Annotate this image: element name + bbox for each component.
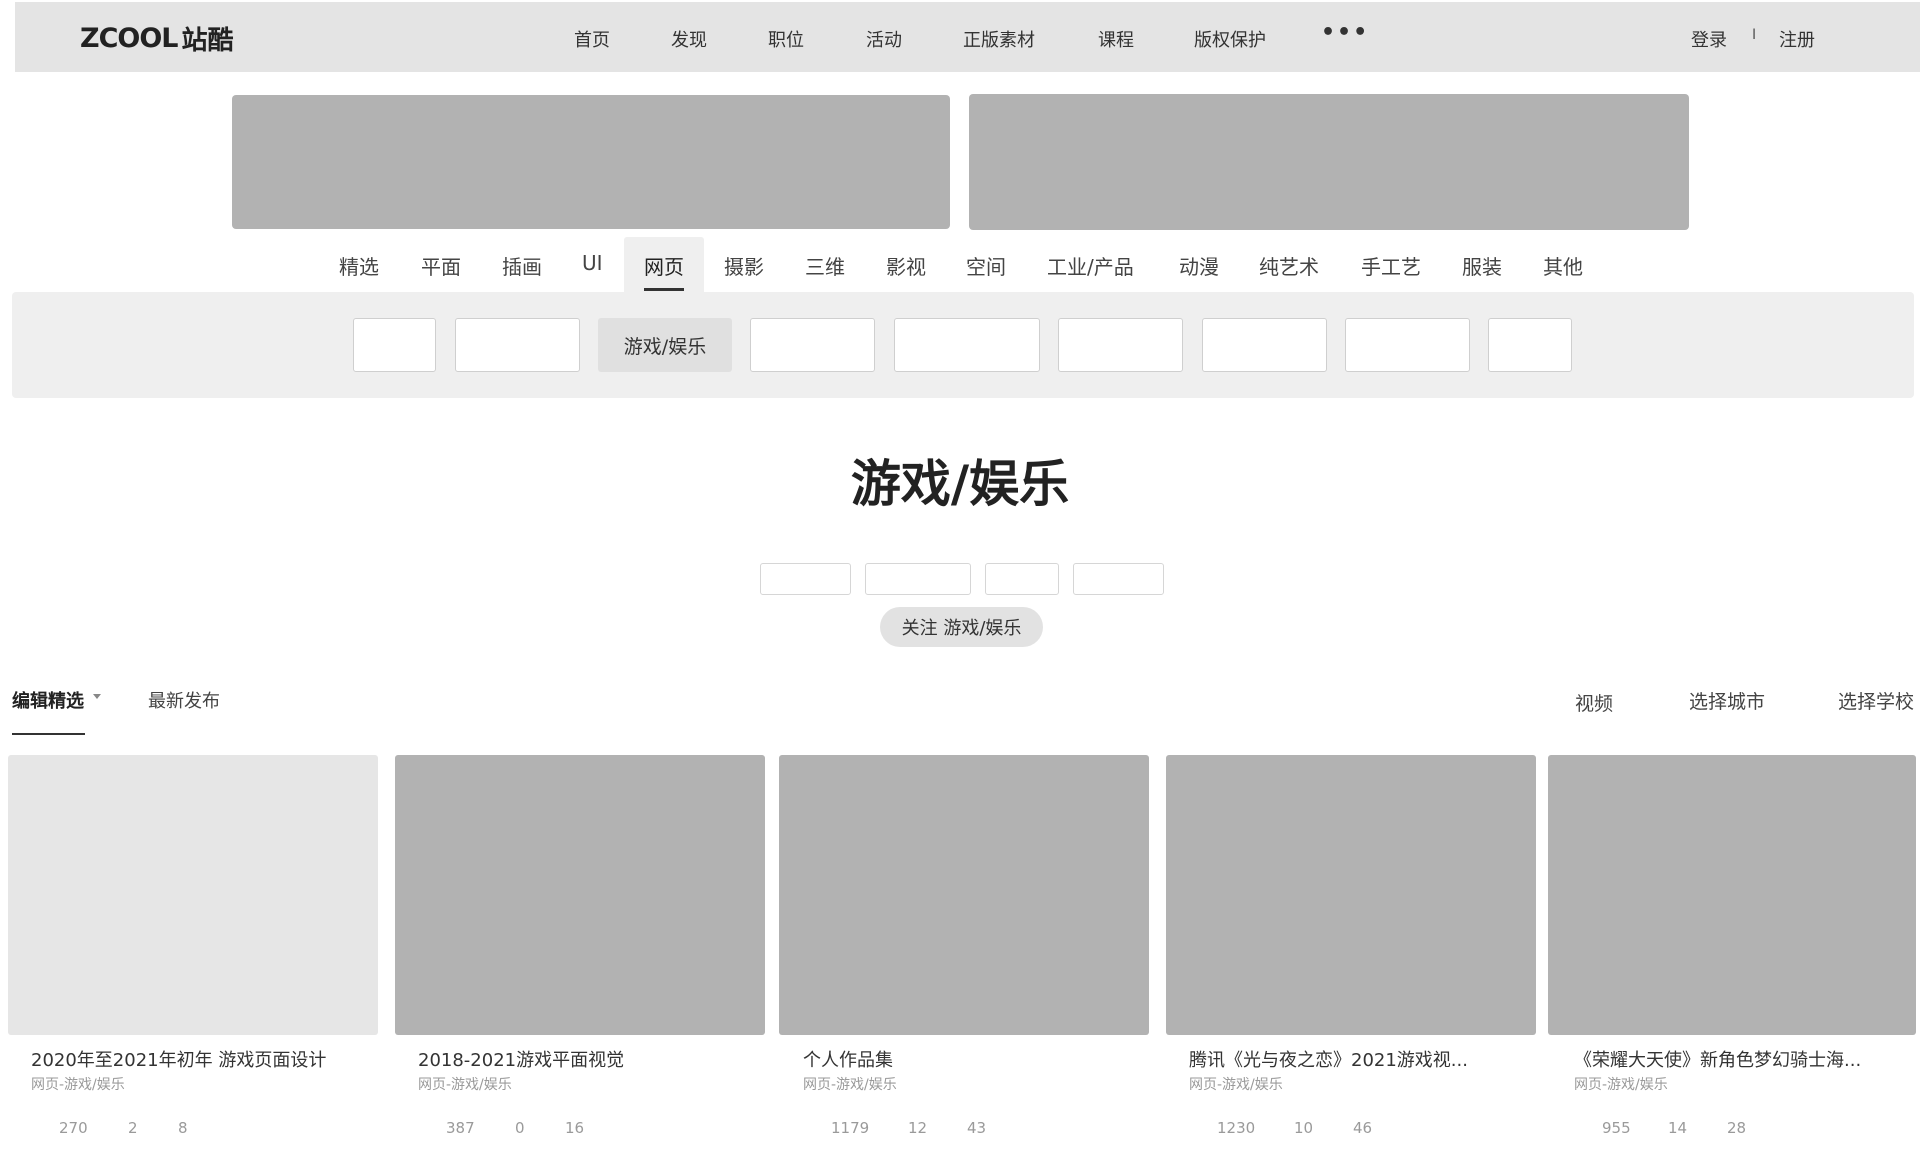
topic-tag[interactable]: [1073, 563, 1164, 595]
nav-courses[interactable]: 课程: [1098, 26, 1134, 52]
card-views: 1179: [831, 1119, 870, 1137]
banner-right[interactable]: [969, 94, 1689, 230]
card-likes: 28: [1727, 1119, 1747, 1137]
register-link[interactable]: 注册: [1779, 26, 1815, 52]
caret-down-icon[interactable]: [93, 694, 101, 699]
top-header: ZCOOL 站酷 首页 发现 职位 活动 正版素材 课程 版权保护 ••• 登录…: [15, 2, 1920, 72]
card-cover[interactable]: [8, 755, 378, 1035]
topic-title: 游戏/娱乐: [850, 455, 1070, 513]
subcategory-bar: 游戏/娱乐: [12, 292, 1914, 398]
card-cover[interactable]: [1548, 755, 1916, 1035]
tab-illustration[interactable]: 插画: [502, 251, 542, 280]
active-tab-underline: [644, 288, 684, 291]
tab-web[interactable]: 网页: [644, 251, 684, 280]
card-title[interactable]: 个人作品集: [803, 1046, 893, 1072]
topic-tag[interactable]: [760, 563, 851, 595]
tab-animation[interactable]: 动漫: [1179, 251, 1219, 280]
card-category: 网页-游戏/娱乐: [803, 1077, 897, 1093]
work-card[interactable]: 个人作品集 网页-游戏/娱乐 1179 12 43: [779, 755, 1149, 1150]
nav-stock[interactable]: 正版素材: [963, 26, 1035, 52]
filter-school[interactable]: 选择学校: [1838, 687, 1914, 714]
card-likes: 46: [1353, 1119, 1373, 1137]
tab-film[interactable]: 影视: [886, 251, 926, 280]
card-title[interactable]: 《荣耀大天使》新角色梦幻骑士海...: [1574, 1046, 1861, 1072]
sort-active-underline: [12, 733, 85, 735]
card-likes: 16: [565, 1119, 585, 1137]
nav-jobs[interactable]: 职位: [768, 26, 804, 52]
filter-city[interactable]: 选择城市: [1689, 687, 1765, 714]
subcategory-button[interactable]: [455, 318, 580, 372]
tab-featured[interactable]: 精选: [339, 251, 379, 280]
nav-discover[interactable]: 发现: [671, 26, 707, 52]
card-likes: 43: [967, 1119, 987, 1137]
subcategory-button-games[interactable]: 游戏/娱乐: [598, 318, 732, 372]
card-title[interactable]: 腾讯《光与夜之恋》2021游戏视...: [1189, 1046, 1468, 1072]
subcategory-button[interactable]: [750, 318, 875, 372]
subcategory-button[interactable]: [353, 318, 436, 372]
nav-copyright[interactable]: 版权保护: [1194, 26, 1266, 52]
banner-left[interactable]: [232, 95, 950, 229]
card-cover[interactable]: [779, 755, 1149, 1035]
work-card[interactable]: 《荣耀大天使》新角色梦幻骑士海... 网页-游戏/娱乐 955 14 28: [1548, 755, 1916, 1150]
sort-latest[interactable]: 最新发布: [148, 687, 220, 713]
tab-industrial[interactable]: 工业/产品: [1047, 251, 1134, 280]
subcategory-button[interactable]: [1345, 318, 1470, 372]
card-comments: 12: [908, 1119, 928, 1137]
topic-tag[interactable]: [985, 563, 1059, 595]
card-views: 955: [1602, 1119, 1631, 1137]
work-card[interactable]: 腾讯《光与夜之恋》2021游戏视... 网页-游戏/娱乐 1230 10 46: [1166, 755, 1536, 1150]
nav-home[interactable]: 首页: [574, 26, 610, 52]
tab-crafts[interactable]: 手工艺: [1361, 251, 1421, 280]
sort-editor-picks[interactable]: 编辑精选: [12, 687, 84, 713]
filter-video[interactable]: 视频: [1575, 689, 1613, 716]
card-comments: 10: [1294, 1119, 1314, 1137]
card-comments: 2: [128, 1119, 138, 1137]
card-category: 网页-游戏/娱乐: [418, 1077, 512, 1093]
card-views: 1230: [1217, 1119, 1256, 1137]
more-icon[interactable]: •••: [1321, 20, 1369, 45]
card-category: 网页-游戏/娱乐: [31, 1077, 125, 1093]
card-comments: 14: [1668, 1119, 1688, 1137]
card-views: 387: [446, 1119, 475, 1137]
nav-events[interactable]: 活动: [866, 26, 902, 52]
main-nav: 首页 发现 职位 活动 正版素材 课程 版权保护 ••• 登录 I 注册: [15, 2, 1920, 72]
follow-button[interactable]: 关注 游戏/娱乐: [880, 607, 1043, 647]
card-views: 270: [59, 1119, 88, 1137]
card-category: 网页-游戏/娱乐: [1189, 1077, 1283, 1093]
subcategory-button[interactable]: [1488, 318, 1572, 372]
tab-ui[interactable]: UI: [582, 251, 603, 275]
topic-tag[interactable]: [865, 563, 971, 595]
tab-fine-art[interactable]: 纯艺术: [1259, 251, 1319, 280]
card-category: 网页-游戏/娱乐: [1574, 1077, 1668, 1093]
card-comments: 0: [515, 1119, 525, 1137]
work-card[interactable]: 2018-2021游戏平面视觉 网页-游戏/娱乐 387 0 16: [395, 755, 765, 1150]
subcategory-button[interactable]: [1202, 318, 1327, 372]
tab-space[interactable]: 空间: [966, 251, 1006, 280]
subcategory-button[interactable]: [1058, 318, 1183, 372]
card-cover[interactable]: [1166, 755, 1536, 1035]
subcategory-button[interactable]: [894, 318, 1040, 372]
auth-separator: I: [1752, 27, 1757, 43]
card-title[interactable]: 2018-2021游戏平面视觉: [418, 1046, 624, 1072]
work-card[interactable]: 2020年至2021年初年 游戏页面设计 网页-游戏/娱乐 270 2 8: [8, 755, 378, 1150]
card-title[interactable]: 2020年至2021年初年 游戏页面设计: [31, 1046, 326, 1072]
tab-photography[interactable]: 摄影: [724, 251, 764, 280]
login-link[interactable]: 登录: [1691, 26, 1727, 52]
tab-apparel[interactable]: 服装: [1462, 251, 1502, 280]
card-cover[interactable]: [395, 755, 765, 1035]
category-tabs: 精选 平面 插画 UI 网页 摄影 三维 影视 空间 工业/产品 动漫 纯艺术 …: [0, 237, 1920, 292]
tab-other[interactable]: 其他: [1543, 251, 1583, 280]
tab-graphic[interactable]: 平面: [421, 251, 461, 280]
card-likes: 8: [178, 1119, 188, 1137]
tab-3d[interactable]: 三维: [805, 251, 845, 280]
